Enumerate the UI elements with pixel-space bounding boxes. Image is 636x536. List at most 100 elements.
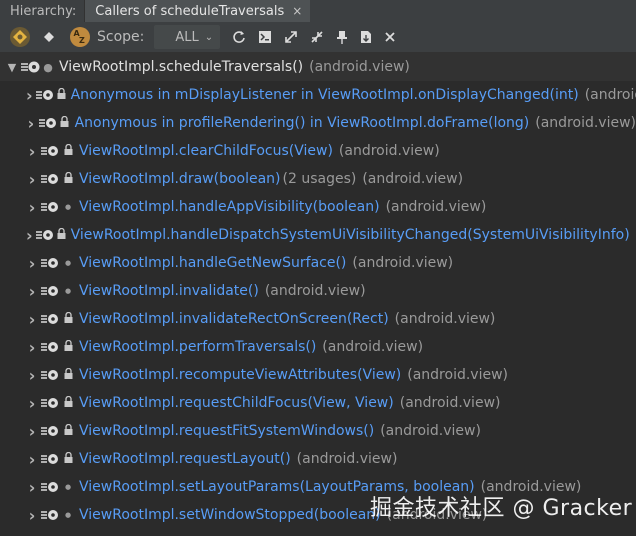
lock-icon	[57, 87, 66, 102]
lock-icon	[62, 143, 74, 158]
root-method-name: ViewRootImpl.scheduleTraversals()	[59, 59, 304, 75]
hierarchy-label: Hierarchy:	[10, 3, 77, 19]
caller-row[interactable]: › ● ViewRootImpl.handleAppVisibility(boole…	[0, 193, 636, 221]
refresh-icon[interactable]	[232, 30, 246, 44]
dot-icon: ●	[43, 60, 53, 74]
lock-icon	[57, 227, 66, 242]
caller-method-name: ViewRootImpl.handleAppVisibility(boolean…	[79, 199, 380, 215]
chevron-right-icon[interactable]: ›	[26, 450, 38, 469]
expand-all-icon[interactable]	[284, 30, 298, 44]
caller-method-name: ViewRootImpl.handleDispatchSystemUiVisib…	[70, 227, 630, 243]
method-call-icon	[40, 396, 62, 410]
chevron-right-icon[interactable]: ›	[26, 114, 36, 133]
caller-method-name: ViewRootImpl.invalidateRectOnScreen(Rect…	[79, 311, 389, 327]
chevron-right-icon[interactable]: ›	[26, 282, 38, 301]
dot-icon: ●	[64, 287, 72, 295]
lock-icon	[62, 423, 74, 438]
lock-icon	[62, 451, 74, 466]
method-call-icon	[40, 508, 62, 522]
hierarchy-tab-bar: Hierarchy: Callers of scheduleTraversals…	[0, 0, 636, 23]
caller-method-name: ViewRootImpl.requestLayout()	[79, 451, 291, 467]
chevron-right-icon[interactable]: ›	[26, 338, 38, 357]
root-package: (android.view)	[309, 59, 410, 75]
method-call-icon	[40, 256, 62, 270]
caller-method-name: Anonymous in mDisplayListener in ViewRoo…	[70, 87, 579, 103]
chevron-right-icon[interactable]: ›	[26, 478, 38, 497]
chevron-right-icon[interactable]: ›	[26, 170, 38, 189]
chevron-down-icon[interactable]: ▼	[6, 61, 18, 74]
method-call-icon	[35, 228, 57, 242]
caller-row[interactable]: › ViewRootImpl.handleDispatchSystemUiVisi…	[0, 221, 636, 249]
chevron-right-icon[interactable]: ›	[26, 254, 38, 273]
method-call-icon	[40, 200, 62, 214]
scope-value: ALL	[175, 29, 199, 45]
caller-row[interactable]: › ViewRootImpl.requestFitSystemWindows() (…	[0, 417, 636, 445]
export-icon[interactable]	[360, 30, 372, 44]
caller-package: (android.view)	[362, 171, 464, 187]
chevron-right-icon[interactable]: ›	[26, 142, 38, 161]
caller-package: (android.view)	[264, 283, 366, 299]
method-call-icon	[20, 60, 42, 74]
lock-icon	[62, 171, 74, 186]
method-call-icon	[40, 312, 62, 326]
svg-text:Z: Z	[79, 36, 85, 45]
watermark: 掘金技术社区 @ Gracker	[370, 496, 633, 521]
caller-package: (android.view)	[584, 87, 636, 103]
caller-row[interactable]: › ViewRootImpl.requestChildFocus(View, Vi…	[0, 389, 636, 417]
caller-package: (android.view)	[338, 143, 440, 159]
caller-row[interactable]: › ● ViewRootImpl.invalidate() (android.view…	[0, 277, 636, 305]
caller-package: (android.view)	[385, 199, 487, 215]
caller-method-name: ViewRootImpl.clearChildFocus(View)	[79, 143, 333, 159]
dot-icon: ●	[64, 203, 72, 211]
chevron-right-icon[interactable]: ›	[26, 366, 38, 385]
caller-row[interactable]: › ViewRootImpl.requestLayout() (android.vi…	[0, 445, 636, 473]
open-in-editor-icon[interactable]	[258, 30, 272, 44]
caller-method-name: ViewRootImpl.requestFitSystemWindows()	[79, 423, 375, 439]
caller-package: (android.view)	[535, 115, 636, 131]
chevron-right-icon[interactable]: ›	[26, 394, 38, 413]
caller-row[interactable]: › ViewRootImpl.invalidateRectOnScreen(Rec…	[0, 305, 636, 333]
caller-row[interactable]: › ViewRootImpl.draw(boolean) (2 usages) (an…	[0, 165, 636, 193]
chevron-right-icon[interactable]: ›	[26, 198, 38, 217]
hierarchy-toolbar: AZ Scope: ALL ⌄	[0, 22, 636, 53]
caller-row[interactable]: › ViewRootImpl.clearChildFocus(View) (andr…	[0, 137, 636, 165]
lock-icon	[62, 311, 74, 326]
usage-count: (2 usages)	[282, 171, 357, 187]
callee-hierarchy-icon[interactable]	[43, 31, 55, 43]
caller-method-name: ViewRootImpl.handleGetNewSurface()	[79, 255, 347, 271]
caller-method-name: ViewRootImpl.recomputeViewAttributes(Vie…	[79, 367, 402, 383]
caller-row[interactable]: › Anonymous in mDisplayListener in ViewRo…	[0, 81, 636, 109]
tab-close-icon[interactable]: ×	[292, 4, 302, 18]
caller-package: (android.view)	[407, 367, 508, 383]
caller-row[interactable]: › ViewRootImpl.recomputeViewAttributes(Vi…	[0, 361, 636, 389]
scope-dropdown[interactable]: ALL ⌄	[154, 25, 221, 49]
chevron-right-icon[interactable]: ›	[26, 506, 38, 525]
method-call-icon	[35, 88, 57, 102]
caller-row[interactable]: › Anonymous in profileRendering() in View…	[0, 109, 636, 137]
caller-package: (android.view)	[399, 395, 501, 411]
collapse-all-icon[interactable]	[310, 30, 324, 44]
chevron-down-icon: ⌄	[204, 31, 214, 43]
root-node[interactable]: ▼ ● ViewRootImpl.scheduleTraversals() (a…	[0, 53, 636, 81]
dot-icon: ●	[64, 259, 72, 267]
chevron-right-icon[interactable]: ›	[26, 422, 38, 441]
caller-method-name: ViewRootImpl.invalidate()	[79, 283, 259, 299]
tab-title: Callers of scheduleTraversals	[95, 3, 285, 19]
sort-alpha-icon[interactable]: AZ	[69, 26, 91, 48]
scope-label: Scope:	[97, 29, 145, 45]
caller-method-name: ViewRootImpl.draw(boolean)	[79, 171, 281, 187]
caller-row[interactable]: › ViewRootImpl.performTraversals() (androi…	[0, 333, 636, 361]
chevron-right-icon[interactable]: ›	[26, 226, 33, 245]
method-call-icon	[40, 144, 62, 158]
caller-hierarchy-icon[interactable]	[9, 26, 31, 48]
tab-callers-of-scheduletraversals[interactable]: Callers of scheduleTraversals ×	[84, 0, 311, 22]
call-hierarchy-tree: ▼ ● ViewRootImpl.scheduleTraversals() (a…	[0, 53, 636, 536]
chevron-right-icon[interactable]: ›	[26, 310, 38, 329]
chevron-right-icon[interactable]: ›	[26, 86, 33, 105]
caller-method-name: ViewRootImpl.requestChildFocus(View, Vie…	[79, 395, 394, 411]
close-icon[interactable]	[384, 31, 396, 43]
method-call-icon	[40, 452, 62, 466]
pin-icon[interactable]	[336, 30, 348, 44]
dot-icon: ●	[64, 511, 72, 519]
caller-row[interactable]: › ● ViewRootImpl.handleGetNewSurface() (and…	[0, 249, 636, 277]
